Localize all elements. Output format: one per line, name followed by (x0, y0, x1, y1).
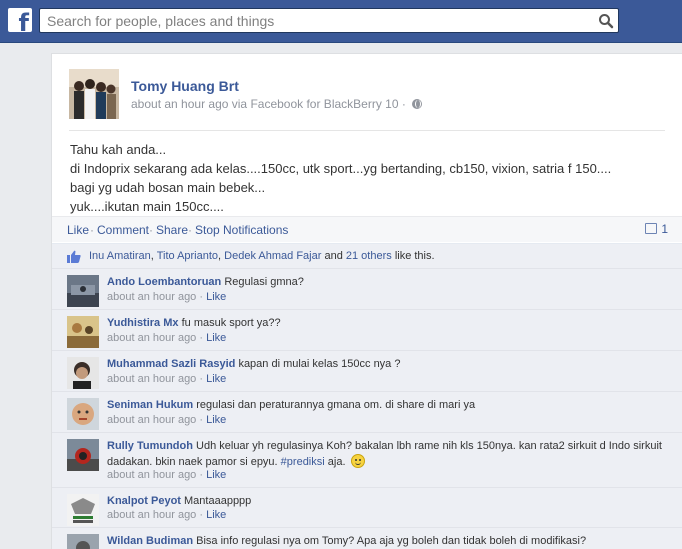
comment-like-button[interactable]: Like (206, 291, 226, 303)
comment-text: Mantaaapppp (184, 495, 252, 507)
top-bar: f (0, 0, 682, 43)
comment-meta: about an hour ago · Like (107, 414, 227, 426)
liker-link[interactable]: Dedek Ahmad Fajar (224, 250, 321, 262)
comment-time[interactable]: about an hour ago (107, 332, 196, 344)
comment-item: Knalpot Peyot Mantaaapppp about an hour … (52, 487, 682, 527)
comment-meta: about an hour ago · Like (107, 509, 227, 521)
comment-count[interactable]: 1 (645, 222, 668, 236)
thumbs-up-icon (67, 250, 81, 263)
action-separator: · (149, 223, 153, 237)
commenter-avatar[interactable] (67, 439, 99, 471)
comment-item: Muhammad Sazli Rasyid kapan di mulai kel… (52, 350, 682, 391)
comment-count-value: 1 (661, 222, 668, 236)
comment-meta: about an hour ago · Like (107, 291, 227, 303)
post-line: Tahu kah anda... (70, 142, 167, 157)
comment-text: fu masuk sport ya?? (181, 317, 281, 329)
comment-icon (645, 223, 658, 234)
likes-suffix: like this. (394, 250, 435, 262)
comment-meta: about an hour ago · Like (107, 373, 227, 385)
post-actions: Like · Comment · Share · Stop Notificati… (52, 216, 682, 242)
comment-time[interactable]: about an hour ago (107, 373, 196, 385)
search-icon[interactable] (598, 13, 614, 29)
search-box (39, 8, 619, 33)
comment-item: Yudhistira Mx fu masuk sport ya?? about … (52, 309, 682, 350)
post-text: Tahu kah anda... di Indoprix sekarang ad… (70, 140, 670, 216)
post-time[interactable]: about an hour ago (131, 97, 228, 111)
comment-meta: about an hour ago · Like (107, 469, 227, 481)
smiley-icon (350, 454, 365, 468)
comment-like-button[interactable]: Like (206, 414, 226, 426)
post-line: bagi yg udah bosan main bebek... (70, 180, 266, 195)
divider (69, 130, 665, 131)
comment-time[interactable]: about an hour ago (107, 414, 196, 426)
comment-body: Rully Tumundoh Udh keluar yh regulasinya… (107, 439, 667, 470)
likes-summary: Inu Amatiran, Tito Aprianto, Dedek Ahmad… (52, 243, 682, 268)
comment-body: Wildan Budiman Bisa info regulasi nya om… (107, 534, 667, 549)
commenter-name[interactable]: Rully Tumundoh (107, 440, 193, 452)
comment-item: Wildan Budiman Bisa info regulasi nya om… (52, 527, 682, 549)
post-card: Tomy Huang Brt about an hour ago via Fac… (51, 53, 682, 549)
commenter-avatar[interactable] (67, 398, 99, 430)
action-separator: · (90, 223, 94, 237)
meta-separator: · (401, 97, 406, 111)
commenter-name[interactable]: Seniman Hukum (107, 399, 193, 411)
comment-meta: about an hour ago · Like (107, 332, 227, 344)
comment-text: Regulasi gmna? (224, 276, 304, 288)
post-via: via Facebook for BlackBerry 10 (231, 97, 399, 111)
commenter-name[interactable]: Muhammad Sazli Rasyid (107, 358, 235, 370)
like-button[interactable]: Like (67, 223, 89, 237)
author-avatar[interactable] (69, 69, 119, 119)
commenter-avatar[interactable] (67, 534, 99, 549)
hashtag-link[interactable]: #prediksi (281, 456, 325, 468)
comment-item: Seniman Hukum regulasi dan peraturannya … (52, 391, 682, 432)
comment-like-button[interactable]: Like (206, 373, 226, 385)
liker-link[interactable]: Inu Amatiran (89, 250, 151, 262)
likes-and: and (324, 250, 343, 262)
commenter-name[interactable]: Wildan Budiman (107, 535, 193, 547)
post-line: yuk....ikutan main 150cc.... (70, 199, 224, 214)
commenter-avatar[interactable] (67, 494, 99, 526)
commenter-avatar[interactable] (67, 275, 99, 307)
comment-like-button[interactable]: Like (206, 332, 226, 344)
globe-icon[interactable] (412, 99, 423, 109)
commenter-name[interactable]: Knalpot Peyot (107, 495, 181, 507)
commenter-name[interactable]: Ando Loembantoruan (107, 276, 221, 288)
others-link[interactable]: 21 others (346, 250, 392, 262)
commenter-avatar[interactable] (67, 316, 99, 348)
comment-body: Knalpot Peyot Mantaaapppp (107, 494, 667, 509)
comment-body: Ando Loembantoruan Regulasi gmna? (107, 275, 667, 290)
comment-item: Rully Tumundoh Udh keluar yh regulasinya… (52, 432, 682, 487)
author-name[interactable]: Tomy Huang Brt (131, 78, 239, 94)
comment-time[interactable]: about an hour ago (107, 469, 196, 481)
comment-text: regulasi dan peraturannya gmana om. di s… (196, 399, 476, 411)
comment-like-button[interactable]: Like (206, 509, 226, 521)
comment-time[interactable]: about an hour ago (107, 291, 196, 303)
comment-time[interactable]: about an hour ago (107, 509, 196, 521)
share-button[interactable]: Share (156, 223, 188, 237)
search-input[interactable] (40, 9, 590, 32)
commenter-name[interactable]: Yudhistira Mx (107, 317, 179, 329)
comment-body: Seniman Hukum regulasi dan peraturannya … (107, 398, 667, 413)
post-meta: about an hour ago via Facebook for Black… (131, 97, 423, 111)
stop-notifications-button[interactable]: Stop Notifications (195, 223, 288, 237)
comment-like-button[interactable]: Like (206, 469, 226, 481)
likes-text: Inu Amatiran, Tito Aprianto, Dedek Ahmad… (89, 250, 435, 262)
comment-button[interactable]: Comment (97, 223, 149, 237)
liker-link[interactable]: Tito Aprianto (157, 250, 218, 262)
comment-body: Yudhistira Mx fu masuk sport ya?? (107, 316, 667, 331)
comment-body: Muhammad Sazli Rasyid kapan di mulai kel… (107, 357, 667, 372)
facebook-logo-icon[interactable]: f (8, 8, 32, 35)
comment-text-after: aja. (327, 456, 346, 468)
post-line: di Indoprix sekarang ada kelas....150cc,… (70, 161, 612, 176)
commenter-avatar[interactable] (67, 357, 99, 389)
comment-item: Ando Loembantoruan Regulasi gmna? about … (52, 268, 682, 309)
comment-text: kapan di mulai kelas 150cc nya ? (238, 358, 401, 370)
action-separator: · (188, 223, 192, 237)
comment-text: Bisa info regulasi nya om Tomy? Apa aja … (196, 535, 587, 547)
